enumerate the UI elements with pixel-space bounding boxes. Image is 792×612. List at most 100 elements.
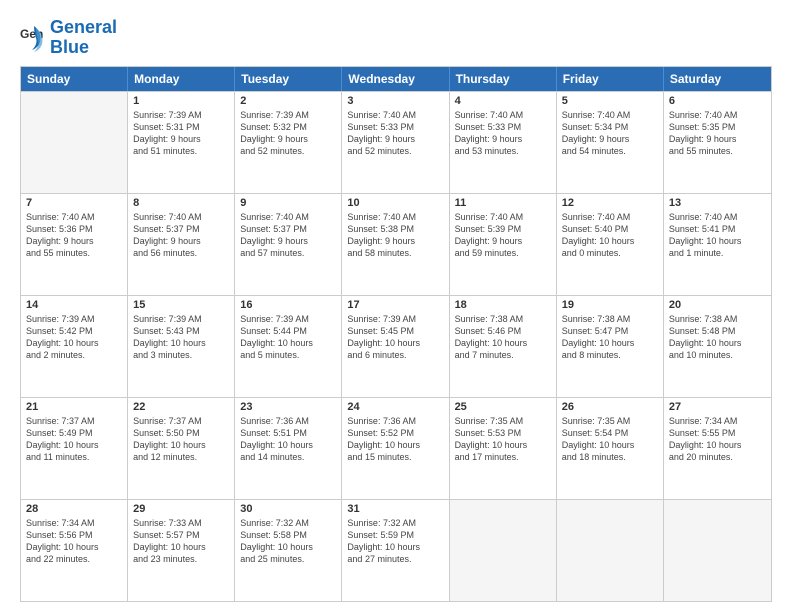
day-number: 21	[26, 401, 122, 413]
calendar-cell: 6 Sunrise: 7:40 AM Sunset: 5:35 PM Daylig…	[664, 92, 771, 193]
calendar-cell: 31 Sunrise: 7:32 AM Sunset: 5:59 PM Dayli…	[342, 500, 449, 601]
calendar-header: SundayMondayTuesdayWednesdayThursdayFrid…	[21, 67, 771, 91]
day-info: Sunrise: 7:40 AM Sunset: 5:33 PM Dayligh…	[455, 109, 551, 158]
day-number: 10	[347, 197, 443, 209]
header: Gen GeneralBlue	[20, 18, 772, 58]
day-info: Sunrise: 7:33 AM Sunset: 5:57 PM Dayligh…	[133, 517, 229, 566]
calendar-cell: 13Sunrise: 7:40 AM Sunset: 5:41 PM Dayli…	[664, 194, 771, 295]
day-number: 25	[455, 401, 551, 413]
calendar-cell: 23 Sunrise: 7:36 AM Sunset: 5:51 PM Dayli…	[235, 398, 342, 499]
day-number: 6	[669, 95, 766, 107]
calendar-cell: 11 Sunrise: 7:40 AM Sunset: 5:39 PM Dayli…	[450, 194, 557, 295]
day-info: Sunrise: 7:36 AM Sunset: 5:51 PM Dayligh…	[240, 415, 336, 464]
calendar-cell: 20 Sunrise: 7:38 AM Sunset: 5:48 PM Dayli…	[664, 296, 771, 397]
day-info: Sunrise: 7:39 AM Sunset: 5:45 PM Dayligh…	[347, 313, 443, 362]
day-number: 2	[240, 95, 336, 107]
calendar-row: 7 Sunrise: 7:40 AM Sunset: 5:36 PM Daylig…	[21, 193, 771, 295]
weekday-header: Monday	[128, 67, 235, 91]
weekday-header: Saturday	[664, 67, 771, 91]
day-number: 28	[26, 503, 122, 515]
day-info: Sunrise: 7:40 AM Sunset: 5:40 PM Dayligh…	[562, 211, 658, 260]
calendar-cell: 29 Sunrise: 7:33 AM Sunset: 5:57 PM Dayli…	[128, 500, 235, 601]
calendar-cell: 7 Sunrise: 7:40 AM Sunset: 5:36 PM Daylig…	[21, 194, 128, 295]
calendar-cell	[450, 500, 557, 601]
calendar-cell: 22 Sunrise: 7:37 AM Sunset: 5:50 PM Dayli…	[128, 398, 235, 499]
calendar-cell: 2 Sunrise: 7:39 AM Sunset: 5:32 PM Daylig…	[235, 92, 342, 193]
day-number: 9	[240, 197, 336, 209]
calendar-cell: 28 Sunrise: 7:34 AM Sunset: 5:56 PM Dayli…	[21, 500, 128, 601]
day-number: 18	[455, 299, 551, 311]
day-number: 12	[562, 197, 658, 209]
day-info: Sunrise: 7:38 AM Sunset: 5:48 PM Dayligh…	[669, 313, 766, 362]
day-info: Sunrise: 7:40 AM Sunset: 5:35 PM Dayligh…	[669, 109, 766, 158]
day-info: Sunrise: 7:37 AM Sunset: 5:50 PM Dayligh…	[133, 415, 229, 464]
calendar-cell: 27 Sunrise: 7:34 AM Sunset: 5:55 PM Dayli…	[664, 398, 771, 499]
weekday-header: Thursday	[450, 67, 557, 91]
day-number: 14	[26, 299, 122, 311]
logo-text: GeneralBlue	[50, 18, 117, 58]
day-info: Sunrise: 7:39 AM Sunset: 5:43 PM Dayligh…	[133, 313, 229, 362]
day-number: 19	[562, 299, 658, 311]
day-number: 29	[133, 503, 229, 515]
day-info: Sunrise: 7:40 AM Sunset: 5:36 PM Dayligh…	[26, 211, 122, 260]
calendar-cell: 5 Sunrise: 7:40 AM Sunset: 5:34 PM Daylig…	[557, 92, 664, 193]
day-info: Sunrise: 7:40 AM Sunset: 5:34 PM Dayligh…	[562, 109, 658, 158]
day-number: 15	[133, 299, 229, 311]
day-info: Sunrise: 7:39 AM Sunset: 5:32 PM Dayligh…	[240, 109, 336, 158]
calendar-cell: 18 Sunrise: 7:38 AM Sunset: 5:46 PM Dayli…	[450, 296, 557, 397]
day-info: Sunrise: 7:39 AM Sunset: 5:42 PM Dayligh…	[26, 313, 122, 362]
calendar: SundayMondayTuesdayWednesdayThursdayFrid…	[20, 66, 772, 602]
calendar-row: 1 Sunrise: 7:39 AM Sunset: 5:31 PM Daylig…	[21, 91, 771, 193]
logo: Gen GeneralBlue	[20, 18, 117, 58]
day-number: 23	[240, 401, 336, 413]
day-info: Sunrise: 7:40 AM Sunset: 5:38 PM Dayligh…	[347, 211, 443, 260]
day-number: 22	[133, 401, 229, 413]
day-info: Sunrise: 7:38 AM Sunset: 5:46 PM Dayligh…	[455, 313, 551, 362]
day-info: Sunrise: 7:35 AM Sunset: 5:53 PM Dayligh…	[455, 415, 551, 464]
calendar-cell: 4 Sunrise: 7:40 AM Sunset: 5:33 PM Daylig…	[450, 92, 557, 193]
day-info: Sunrise: 7:38 AM Sunset: 5:47 PM Dayligh…	[562, 313, 658, 362]
calendar-cell: 24Sunrise: 7:36 AM Sunset: 5:52 PM Dayli…	[342, 398, 449, 499]
calendar-cell: 15 Sunrise: 7:39 AM Sunset: 5:43 PM Dayli…	[128, 296, 235, 397]
calendar-row: 14 Sunrise: 7:39 AM Sunset: 5:42 PM Dayli…	[21, 295, 771, 397]
day-number: 26	[562, 401, 658, 413]
day-number: 17	[347, 299, 443, 311]
day-info: Sunrise: 7:39 AM Sunset: 5:31 PM Dayligh…	[133, 109, 229, 158]
calendar-cell	[557, 500, 664, 601]
day-number: 1	[133, 95, 229, 107]
day-info: Sunrise: 7:37 AM Sunset: 5:49 PM Dayligh…	[26, 415, 122, 464]
day-info: Sunrise: 7:35 AM Sunset: 5:54 PM Dayligh…	[562, 415, 658, 464]
calendar-cell: 26 Sunrise: 7:35 AM Sunset: 5:54 PM Dayli…	[557, 398, 664, 499]
weekday-header: Sunday	[21, 67, 128, 91]
day-info: Sunrise: 7:40 AM Sunset: 5:41 PM Dayligh…	[669, 211, 766, 260]
weekday-header: Tuesday	[235, 67, 342, 91]
day-number: 20	[669, 299, 766, 311]
calendar-cell: 19 Sunrise: 7:38 AM Sunset: 5:47 PM Dayli…	[557, 296, 664, 397]
calendar-cell: 3Sunrise: 7:40 AM Sunset: 5:33 PM Daylig…	[342, 92, 449, 193]
day-number: 5	[562, 95, 658, 107]
day-number: 30	[240, 503, 336, 515]
calendar-cell: 8Sunrise: 7:40 AM Sunset: 5:37 PM Daylig…	[128, 194, 235, 295]
day-number: 31	[347, 503, 443, 515]
calendar-cell	[21, 92, 128, 193]
calendar-cell: 21 Sunrise: 7:37 AM Sunset: 5:49 PM Dayli…	[21, 398, 128, 499]
day-number: 24	[347, 401, 443, 413]
day-info: Sunrise: 7:40 AM Sunset: 5:37 PM Dayligh…	[240, 211, 336, 260]
day-info: Sunrise: 7:32 AM Sunset: 5:59 PM Dayligh…	[347, 517, 443, 566]
day-number: 7	[26, 197, 122, 209]
calendar-row: 21 Sunrise: 7:37 AM Sunset: 5:49 PM Dayli…	[21, 397, 771, 499]
calendar-row: 28 Sunrise: 7:34 AM Sunset: 5:56 PM Dayli…	[21, 499, 771, 601]
calendar-cell: 30 Sunrise: 7:32 AM Sunset: 5:58 PM Dayli…	[235, 500, 342, 601]
calendar-cell: 25 Sunrise: 7:35 AM Sunset: 5:53 PM Dayli…	[450, 398, 557, 499]
calendar-cell: 1 Sunrise: 7:39 AM Sunset: 5:31 PM Daylig…	[128, 92, 235, 193]
day-number: 4	[455, 95, 551, 107]
day-info: Sunrise: 7:34 AM Sunset: 5:55 PM Dayligh…	[669, 415, 766, 464]
day-number: 27	[669, 401, 766, 413]
day-info: Sunrise: 7:34 AM Sunset: 5:56 PM Dayligh…	[26, 517, 122, 566]
calendar-cell: 9 Sunrise: 7:40 AM Sunset: 5:37 PM Daylig…	[235, 194, 342, 295]
day-info: Sunrise: 7:40 AM Sunset: 5:39 PM Dayligh…	[455, 211, 551, 260]
day-number: 11	[455, 197, 551, 209]
day-number: 16	[240, 299, 336, 311]
page: Gen GeneralBlue SundayMondayTuesdayWedne…	[0, 0, 792, 612]
day-info: Sunrise: 7:32 AM Sunset: 5:58 PM Dayligh…	[240, 517, 336, 566]
